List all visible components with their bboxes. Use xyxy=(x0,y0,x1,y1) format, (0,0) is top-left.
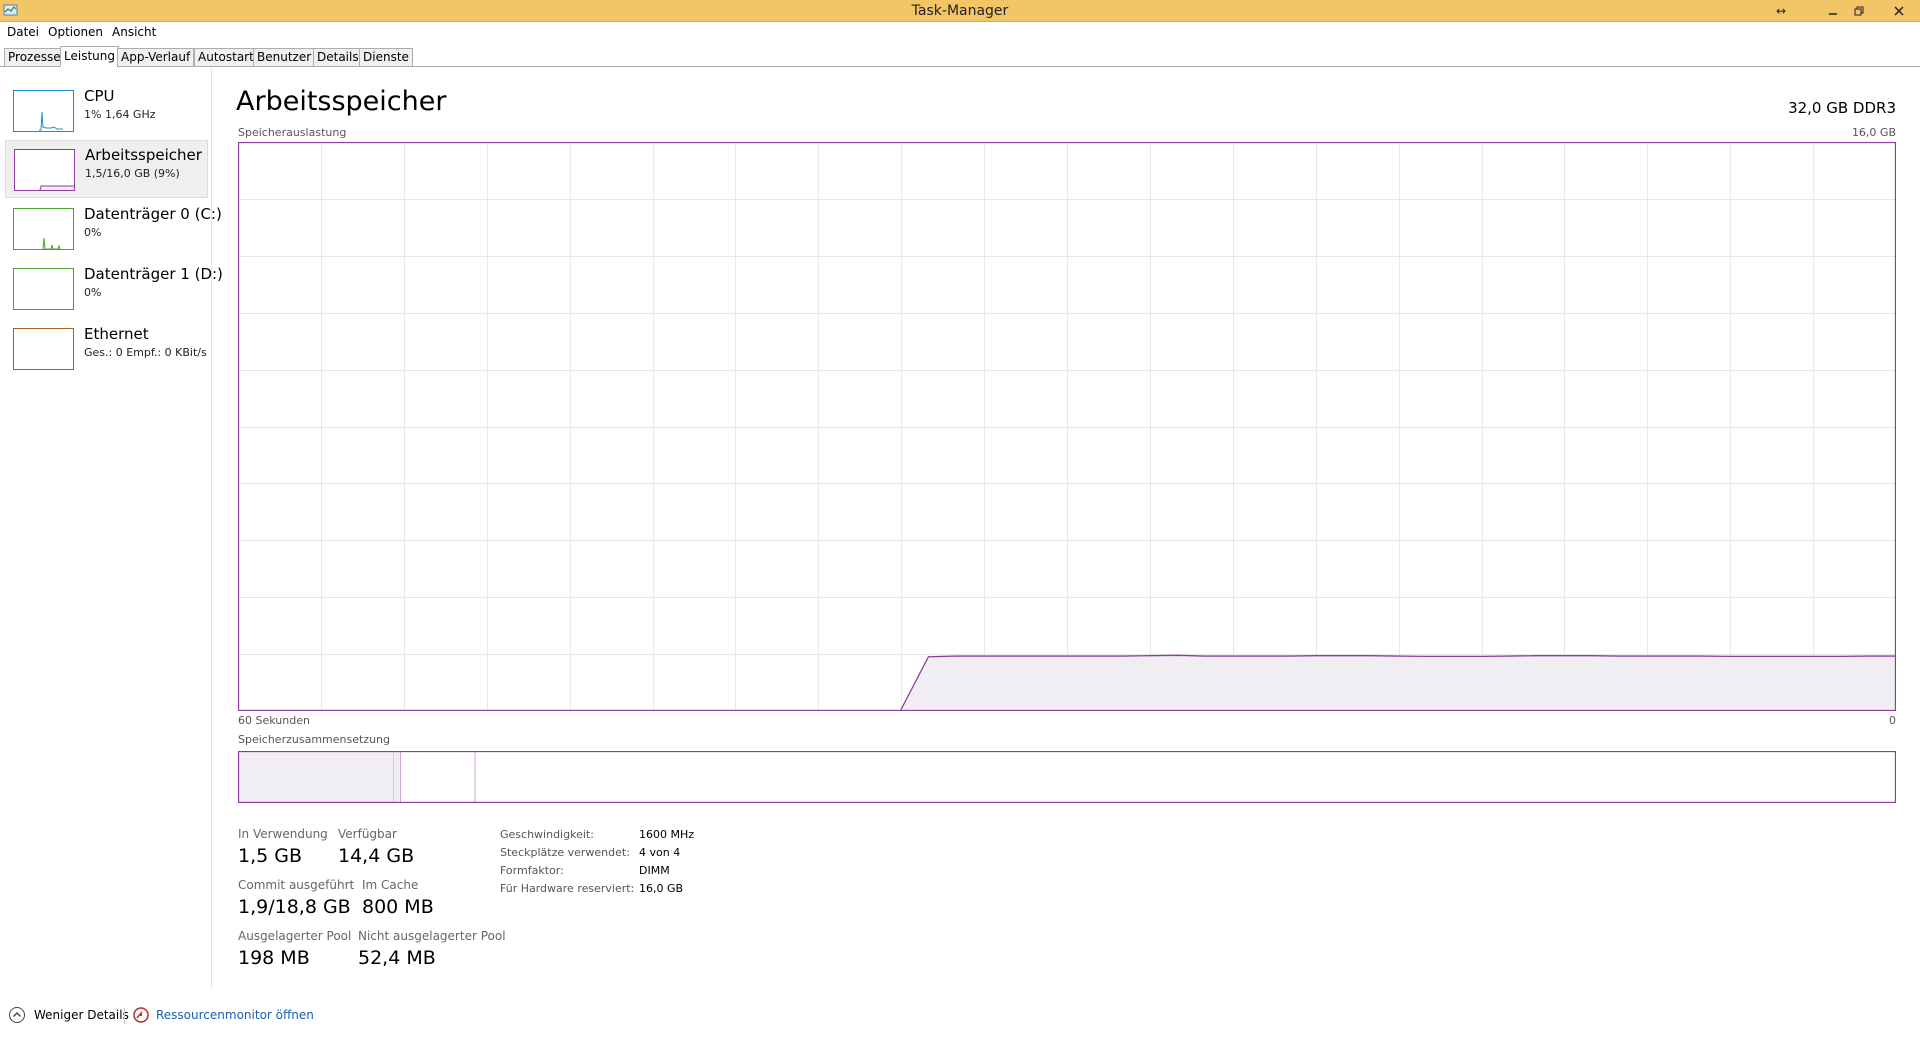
nonpaged-pool-label: Nicht ausgelagerter Pool xyxy=(358,929,506,943)
menu-datei[interactable]: Datei xyxy=(7,25,39,39)
restore-button[interactable] xyxy=(1846,0,1872,22)
resource-monitor-label: Ressourcenmonitor öffnen xyxy=(156,1008,314,1022)
sidebar-item-sublabel: 0% xyxy=(84,286,102,299)
sidebar-item-disk-0[interactable]: Datenträger 0 (C:) 0% xyxy=(5,200,222,258)
sidebar-item-sublabel: 1% 1,64 GHz xyxy=(84,108,156,121)
available-value: 14,4 GB xyxy=(338,845,415,867)
footer-bar: Weniger Details Ressourcenmonitor öffnen xyxy=(0,1004,1920,1030)
memory-graph-icon xyxy=(14,149,75,191)
resource-monitor-link[interactable]: Ressourcenmonitor öffnen xyxy=(132,1004,314,1026)
sidebar-item-label: Arbeitsspeicher xyxy=(85,146,202,164)
spec-reserved-value: 16,0 GB xyxy=(639,882,684,895)
spec-form-value: DIMM xyxy=(639,864,670,877)
tab-leistung[interactable]: Leistung xyxy=(60,46,119,67)
window-title: Task-Manager xyxy=(911,3,1009,19)
tab-bar: Prozesse Leistung App-Verlauf Autostart … xyxy=(0,44,1920,67)
performance-sidebar: CPU 1% 1,64 GHz Arbeitsspeicher 1,5/16,0… xyxy=(0,68,223,988)
sidebar-item-sublabel: Ges.: 0 Empf.: 0 KBit/s xyxy=(84,346,207,359)
memory-composition-svg xyxy=(237,750,1897,804)
sidebar-item-sublabel: 1,5/16,0 GB (9%) xyxy=(85,167,180,180)
sidebar-item-sublabel: 0% xyxy=(84,226,102,239)
time-end-label: 0 xyxy=(1889,714,1896,727)
tab-autostart[interactable]: Autostart xyxy=(194,48,258,67)
sidebar-item-disk-1[interactable]: Datenträger 1 (D:) 0% xyxy=(5,260,223,318)
committed-value: 1,9/18,8 GB xyxy=(238,896,351,918)
usage-max-label: 16,0 GB xyxy=(1851,126,1896,139)
memory-usage-area xyxy=(900,655,1895,710)
memory-usage-chart-svg xyxy=(237,141,1897,712)
spec-reserved-label: Für Hardware reserviert: xyxy=(500,882,635,895)
composition-in-use-segment xyxy=(238,751,394,803)
tab-prozesse[interactable]: Prozesse xyxy=(4,48,65,67)
sidebar-item-label: Ethernet xyxy=(84,325,149,343)
minimize-button[interactable] xyxy=(1820,0,1846,22)
in-use-value: 1,5 GB xyxy=(238,845,303,867)
menu-ansicht[interactable]: Ansicht xyxy=(112,25,156,39)
composition-modified-segment xyxy=(393,751,401,803)
usage-label: Speicherauslastung xyxy=(238,126,347,139)
tab-dienste[interactable]: Dienste xyxy=(359,48,413,67)
cpu-graph-icon xyxy=(13,90,74,132)
cached-label: Im Cache xyxy=(362,878,419,892)
disk-graph-icon xyxy=(13,268,74,310)
time-span-label: 60 Sekunden xyxy=(238,714,310,727)
close-button[interactable] xyxy=(1886,0,1912,22)
spec-speed-label: Geschwindigkeit: xyxy=(500,828,594,841)
fewer-details-label: Weniger Details xyxy=(34,1008,129,1022)
spec-form-label: Formfaktor: xyxy=(500,864,564,877)
memory-spec: 32,0 GB DDR3 xyxy=(1788,99,1896,117)
disk-graph-icon xyxy=(13,208,74,250)
committed-label: Commit ausgeführt xyxy=(238,878,355,892)
composition-border xyxy=(237,750,1897,804)
available-label: Verfügbar xyxy=(338,827,397,841)
chevron-up-circle-icon xyxy=(9,1007,25,1023)
nonpaged-pool-value: 52,4 MB xyxy=(358,947,436,969)
memory-composition-bar xyxy=(237,750,1897,804)
menu-optionen[interactable]: Optionen xyxy=(48,25,103,39)
paged-pool-value: 198 MB xyxy=(238,947,310,969)
title-bar: Task-Manager ↔ xyxy=(0,0,1920,22)
sidebar-item-label: Datenträger 0 (C:) xyxy=(84,205,222,223)
ethernet-graph-icon xyxy=(13,328,74,370)
sidebar-item-label: CPU xyxy=(84,87,115,105)
spec-slots-value: 4 von 4 xyxy=(639,846,681,859)
sidebar-item-ethernet[interactable]: Ethernet Ges.: 0 Empf.: 0 KBit/s xyxy=(5,320,208,378)
in-use-label: In Verwendung xyxy=(238,827,328,841)
menu-bar: Datei Optionen Ansicht xyxy=(0,22,1920,44)
sidebar-item-label: Datenträger 1 (D:) xyxy=(84,265,223,283)
footer-divider xyxy=(124,1008,125,1024)
sidebar-item-memory[interactable]: Arbeitsspeicher 1,5/16,0 GB (9%) xyxy=(5,140,208,198)
paged-pool-label: Ausgelagerter Pool xyxy=(238,929,352,943)
resize-toggle-icon[interactable]: ↔ xyxy=(1768,0,1794,22)
tab-app-verlauf[interactable]: App-Verlauf xyxy=(117,48,195,67)
page-title: Arbeitsspeicher xyxy=(236,86,447,117)
resource-monitor-icon xyxy=(133,1007,149,1023)
memory-usage-chart xyxy=(237,141,1897,712)
spec-slots-label: Steckplätze verwendet: xyxy=(500,846,630,859)
fewer-details-button[interactable]: Weniger Details xyxy=(8,1004,129,1026)
tab-details[interactable]: Details xyxy=(313,48,363,67)
composition-label: Speicherzusammensetzung xyxy=(238,733,390,746)
sidebar-item-cpu[interactable]: CPU 1% 1,64 GHz xyxy=(5,82,208,140)
tab-benutzer[interactable]: Benutzer xyxy=(253,48,316,67)
spec-speed-value: 1600 MHz xyxy=(639,828,695,841)
cached-value: 800 MB xyxy=(362,896,434,918)
